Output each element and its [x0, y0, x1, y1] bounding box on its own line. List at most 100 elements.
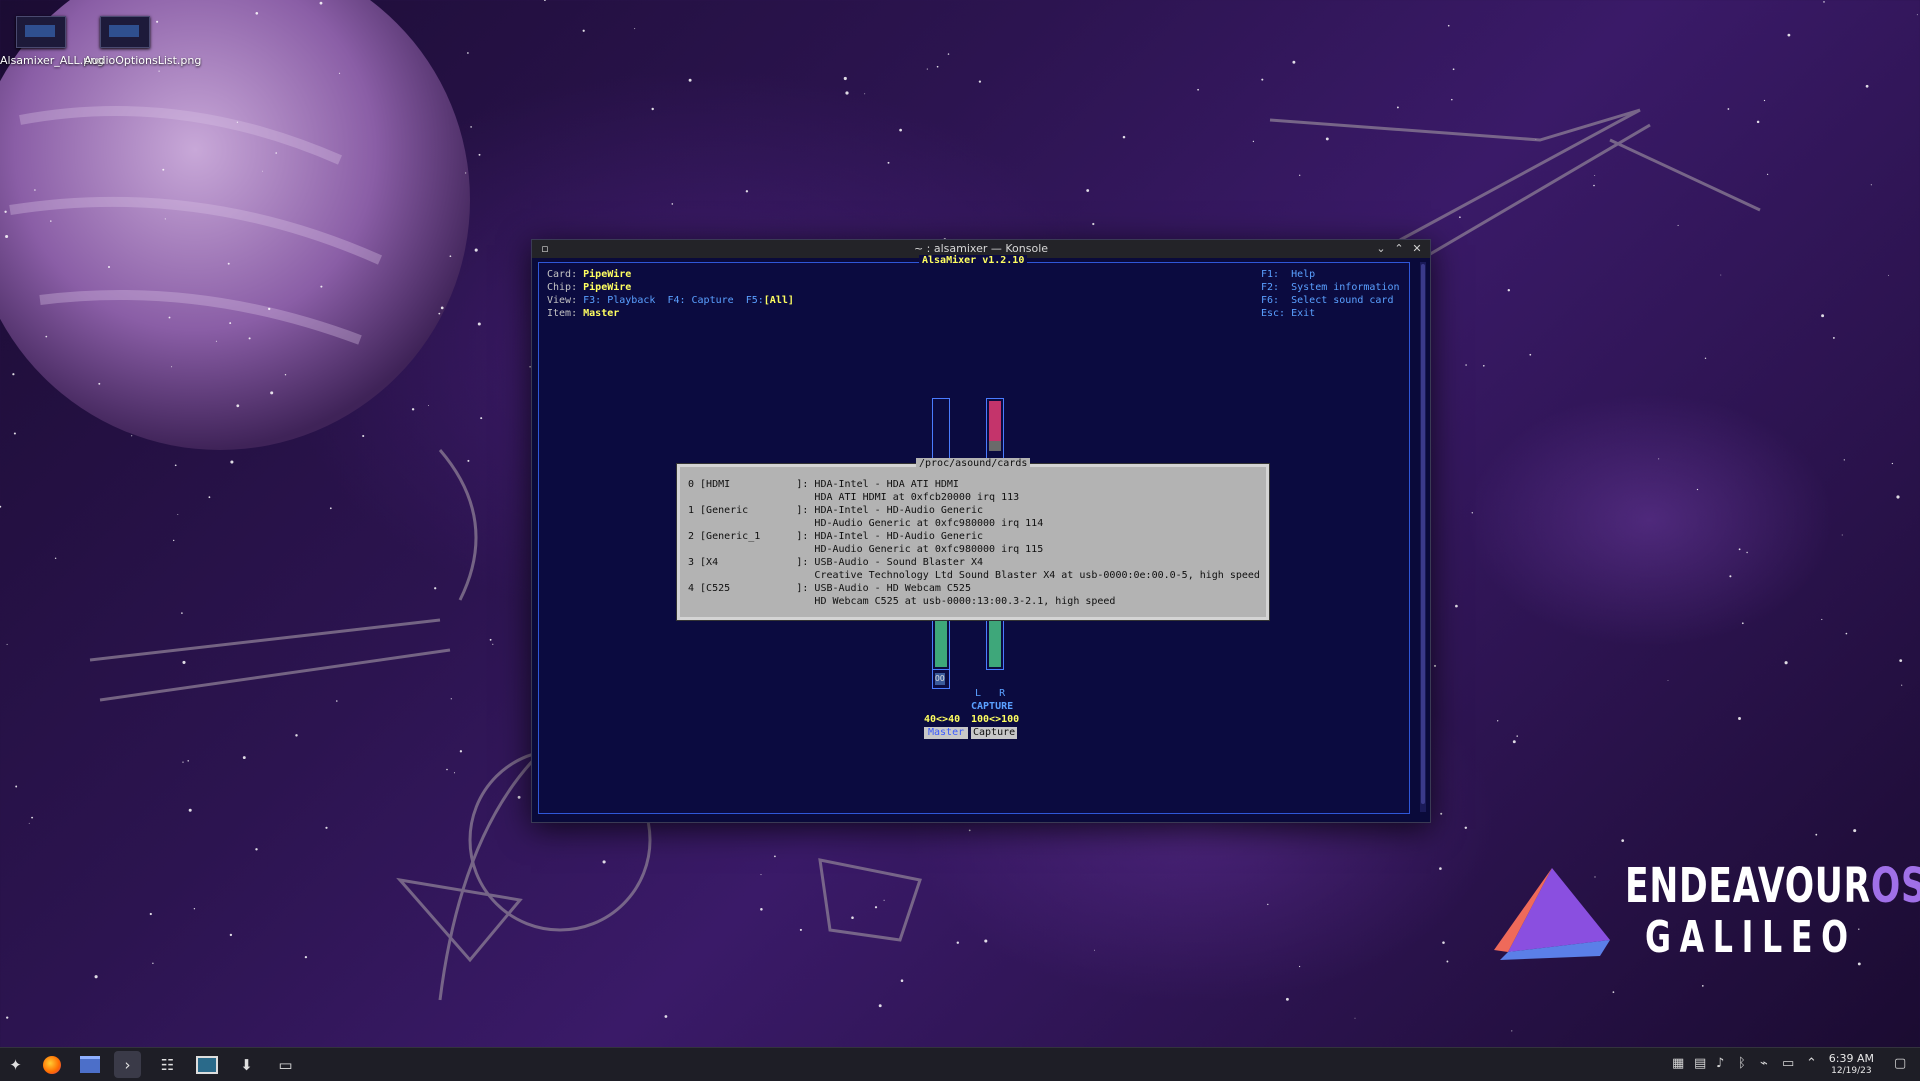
star [1446, 960, 1449, 963]
star [1891, 462, 1894, 465]
star [1455, 604, 1458, 608]
star [1593, 184, 1595, 187]
file-manager-icon[interactable] [76, 1051, 103, 1078]
star [440, 306, 444, 310]
terminal-icon[interactable]: ▭ [272, 1051, 299, 1078]
view-playback-option[interactable]: F3: Playback [583, 295, 655, 306]
chip-line: Chip: PipeWire [547, 282, 632, 293]
card-line-4: 4 [C525 ]: USB-Audio - HD Webcam C525 [688, 583, 971, 594]
image-viewer-icon[interactable] [193, 1051, 220, 1078]
star [268, 307, 271, 311]
star [1727, 108, 1730, 110]
firefox-icon[interactable] [38, 1051, 65, 1078]
view-line: View: F3: Playback F4: Capture F5:[All] [547, 295, 794, 306]
card-detail-2: HD-Audio Generic at 0xfc980000 irq 115 [688, 544, 1044, 555]
star [98, 382, 101, 385]
star [1888, 274, 1890, 276]
star [12, 373, 15, 376]
software-installer-icon[interactable]: ⬇ [233, 1051, 260, 1078]
system-monitor-icon[interactable]: ☷ [154, 1051, 181, 1078]
star [968, 829, 971, 832]
clock-date: 12/19/23 [1831, 1066, 1872, 1076]
star [1784, 661, 1788, 665]
show-desktop-icon[interactable]: ▢ [1894, 1056, 1906, 1071]
star [182, 761, 184, 763]
card-detail-3: Creative Technology Ltd Sound Blaster X4… [688, 570, 1260, 581]
brand-name: ENDEAVOUROS [1625, 858, 1920, 914]
card-line-3: 3 [X4 ]: USB-Audio - Sound Blaster X4 [688, 557, 984, 568]
star [1512, 740, 1516, 744]
star [31, 816, 34, 819]
application-launcher-icon[interactable]: ✦ [2, 1051, 29, 1078]
desktop-icon-audio-options-list[interactable]: AudioOptionsList.png [84, 4, 202, 67]
help-f6: F6: Select sound card [1261, 295, 1394, 306]
taskbar: ✦ › ☷ ⬇ ▭ ▦ ▤ ♪ ᛒ ⌁ ▭ ⌃ 6:39 AM 12/19/23… [0, 1047, 1920, 1081]
star [760, 874, 762, 876]
star [1465, 364, 1467, 366]
star [215, 340, 217, 342]
star [325, 826, 328, 829]
star [1720, 274, 1722, 276]
master-value: 40<>40 [924, 714, 961, 725]
star [492, 643, 494, 645]
view-all-option[interactable]: [All] [764, 295, 794, 306]
system-clock[interactable]: 6:39 AM 12/19/23 [1829, 1052, 1874, 1078]
tray-expand-icon[interactable]: ⌃ [1806, 1056, 1817, 1071]
help-esc: Esc: Exit [1261, 308, 1316, 319]
terminal-scrollbar[interactable] [1420, 262, 1426, 812]
volume-icon[interactable]: ♪ [1716, 1056, 1724, 1071]
star [1916, 14, 1918, 16]
close-button[interactable]: ✕ [1408, 240, 1426, 258]
star [158, 70, 160, 72]
konsole-icon[interactable]: › [114, 1051, 141, 1078]
star [28, 822, 30, 824]
star [1612, 991, 1615, 993]
star [664, 1015, 668, 1018]
usb-device-icon[interactable]: ⌁ [1760, 1056, 1768, 1071]
desktop-icon-alsamixer-all[interactable]: Alsamixer_ALL.png [0, 4, 105, 67]
item-line: Item: Master [547, 308, 620, 319]
control-name-capture[interactable]: Capture [971, 727, 1018, 739]
star [1815, 833, 1818, 836]
star [883, 899, 885, 901]
sound-cards-dialog[interactable]: /proc/asound/cards 0 [HDMI ]: HDA-Intel … [677, 458, 1269, 620]
star [956, 941, 960, 944]
master-mute-toggle[interactable]: OO [932, 669, 950, 689]
star [164, 218, 166, 220]
window-menu-icon[interactable]: ▫ [536, 240, 554, 258]
control-name-master[interactable]: Master [924, 727, 969, 739]
star [1756, 120, 1760, 124]
star [168, 316, 171, 319]
star [229, 933, 233, 937]
star [474, 248, 478, 252]
star [1821, 618, 1823, 621]
star [319, 1, 323, 5]
network-icon[interactable]: ▭ [1782, 1056, 1794, 1071]
star [336, 700, 338, 702]
card-detail-1: HD-Audio Generic at 0xfc980000 irq 114 [688, 518, 1044, 529]
star [1285, 997, 1289, 1001]
star [843, 76, 847, 81]
keyboard-layout-icon[interactable]: ▦ [1672, 1056, 1684, 1071]
desktop-icon-label: Alsamixer_ALL.png [0, 54, 105, 67]
view-capture-option[interactable]: F4: Capture [667, 295, 733, 306]
star [242, 756, 246, 760]
star [651, 107, 654, 111]
bluetooth-icon[interactable]: ᛒ [1738, 1056, 1746, 1071]
star [1482, 364, 1485, 367]
minimize-button[interactable]: ⌄ [1372, 240, 1390, 258]
desktop-icon-label: AudioOptionsList.png [84, 54, 202, 67]
star [162, 168, 165, 171]
maximize-button[interactable]: ⌃ [1390, 240, 1408, 258]
star [1298, 965, 1301, 968]
star [1122, 135, 1126, 139]
star [173, 539, 175, 542]
star [1447, 24, 1450, 27]
star [1396, 106, 1399, 109]
star [1516, 735, 1518, 737]
star [465, 172, 467, 174]
card-line-2: 2 [Generic_1 ]: HDA-Intel - HD-Audio Gen… [688, 531, 984, 542]
star [1821, 314, 1825, 318]
clipboard-icon[interactable]: ▤ [1694, 1056, 1706, 1071]
star [1292, 60, 1296, 64]
